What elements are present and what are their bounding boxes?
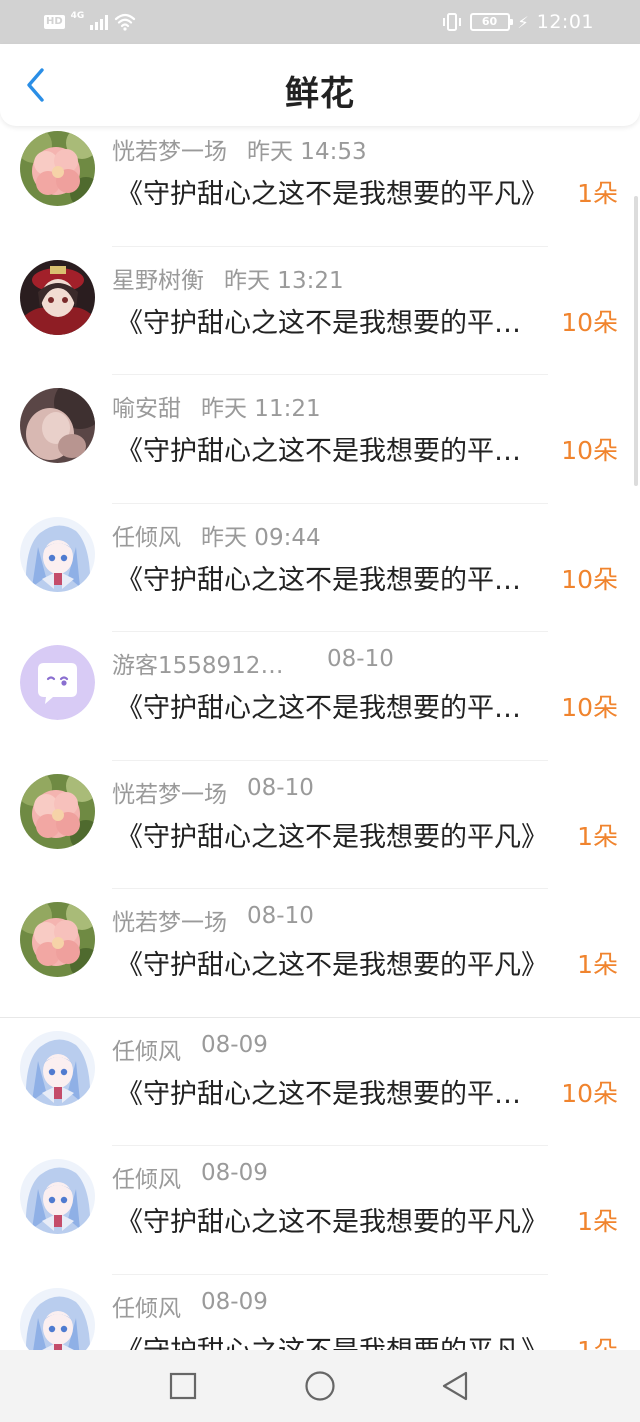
timestamp: 昨天 14:53 [247, 139, 367, 165]
avatar[interactable] [20, 259, 95, 335]
nickname[interactable]: 星野树衡 [112, 261, 204, 295]
avatar[interactable] [20, 131, 95, 206]
list-item[interactable]: 任倾风 08-09 《守护甜心之这不是我想要的平凡》 10朵 [0, 1018, 640, 1146]
system-nav-bar [0, 1350, 640, 1422]
square-icon [169, 1372, 197, 1400]
signal-icon [90, 14, 109, 30]
list-item[interactable]: 任倾风 昨天 09:44 《守护甜心之这不是我想要的平凡》 10朵 [0, 504, 640, 632]
timestamp: 昨天 09:44 [201, 524, 321, 551]
list-item[interactable]: 游客15589120000 08-10 《守护甜心之这不是我想要的平凡》 10朵 [0, 632, 640, 761]
item-meta: 喻安甜 昨天 11:21 [112, 389, 321, 422]
nickname[interactable]: 游客15589120000 [112, 646, 297, 680]
book-title: 《守护甜心之这不是我想要的平凡》 [116, 436, 546, 467]
item-meta: 星野树衡 昨天 13:21 [112, 261, 344, 294]
avatar[interactable] [20, 1159, 95, 1234]
book-title: 《守护甜心之这不是我想要的平凡》 [116, 821, 548, 853]
item-meta: 任倾风 08-09 [112, 1031, 268, 1065]
hd-badge: HD [44, 15, 65, 29]
avatar[interactable] [20, 902, 95, 977]
flower-count: 1朵 [577, 1207, 618, 1236]
charging-icon: ⚡ [517, 12, 529, 32]
flower-count: 1朵 [577, 821, 618, 851]
item-meta: 任倾风 昨天 09:44 [112, 518, 321, 551]
clock: 12:01 [536, 11, 594, 33]
flower-count: 1朵 [577, 1335, 618, 1351]
nickname[interactable]: 任倾风 [112, 1160, 181, 1194]
nickname[interactable]: 恍若梦一场 [112, 903, 227, 937]
book-title: 《守护甜心之这不是我想要的平凡》 [116, 1078, 546, 1110]
list-item[interactable]: 恍若梦一场 08-10 《守护甜心之这不是我想要的平凡》 1朵 [0, 889, 640, 1018]
timestamp: 昨天 13:21 [224, 267, 344, 294]
recent-apps-button[interactable] [165, 1368, 201, 1404]
list-item[interactable]: 任倾风 08-09 《守护甜心之这不是我想要的平凡》 1朵 [0, 1275, 640, 1351]
list-item[interactable]: 喻安甜 昨天 11:21 《守护甜心之这不是我想要的平凡》 10朵 [0, 375, 640, 504]
book-title: 《守护甜心之这不是我想要的平凡》 [116, 950, 548, 981]
battery-icon: 60 [469, 13, 513, 31]
scrollbar[interactable] [634, 196, 638, 486]
header: 鲜花 [0, 44, 640, 126]
flower-count: 10朵 [561, 1078, 618, 1108]
book-title: 《守护甜心之这不是我想要的平凡》 [116, 1207, 548, 1238]
flower-list: 恍若梦一场 昨天 14:53 《守护甜心之这不是我想要的平凡》 1朵 星野树衡 昨天 1… [0, 118, 640, 1350]
vibrate-icon [442, 13, 461, 31]
item-meta: 恍若梦一场 08-10 [112, 903, 314, 936]
system-back-button[interactable] [437, 1368, 473, 1404]
book-title: 《守护甜心之这不是我想要的平凡》 [116, 693, 546, 724]
home-button[interactable] [302, 1368, 338, 1404]
timestamp: 昨天 11:21 [201, 396, 321, 422]
item-meta: 任倾风 08-09 [112, 1160, 268, 1193]
flower-count: 10朵 [561, 693, 618, 722]
item-meta: 游客15589120000 08-10 [112, 646, 394, 679]
nickname[interactable]: 任倾风 [112, 1032, 181, 1066]
timestamp: 08-09 [201, 1160, 268, 1186]
page-title: 鲜花 [285, 74, 355, 114]
nickname[interactable]: 任倾风 [112, 1289, 181, 1323]
avatar[interactable] [20, 388, 95, 463]
nickname[interactable]: 任倾风 [112, 518, 181, 552]
list-item[interactable]: 任倾风 08-09 《守护甜心之这不是我想要的平凡》 1朵 [0, 1146, 640, 1275]
status-bar: HD 4G 60 ⚡ 12:01 [0, 0, 640, 44]
item-meta: 恍若梦一场 08-10 [112, 774, 314, 808]
circle-icon [305, 1371, 335, 1401]
list-item[interactable]: 星野树衡 昨天 13:21 《守护甜心之这不是我想要的平凡》 10朵 [0, 247, 640, 375]
list-item[interactable]: 恍若梦一场 08-10 《守护甜心之这不是我想要的平凡》 1朵 [0, 761, 640, 889]
item-meta: 任倾风 08-09 [112, 1288, 268, 1322]
flower-count: 10朵 [561, 436, 618, 465]
flower-count: 10朵 [561, 307, 618, 337]
avatar[interactable] [20, 773, 95, 849]
flower-count: 10朵 [561, 564, 618, 594]
timestamp: 08-09 [201, 1031, 268, 1058]
book-title: 《守护甜心之这不是我想要的平凡》 [116, 307, 546, 339]
avatar[interactable] [20, 1287, 95, 1350]
nickname[interactable]: 恍若梦一场 [112, 132, 227, 166]
triangle-back-icon [442, 1371, 468, 1401]
flower-count: 1朵 [577, 950, 618, 979]
timestamp: 08-10 [247, 903, 314, 929]
timestamp: 08-10 [327, 646, 394, 672]
nickname[interactable]: 喻安甜 [112, 389, 181, 423]
book-title: 《守护甜心之这不是我想要的平凡》 [116, 1329, 568, 1351]
network-type: 4G [70, 11, 85, 21]
list-item[interactable]: 恍若梦一场 昨天 14:53 《守护甜心之这不是我想要的平凡》 1朵 [0, 118, 640, 247]
avatar[interactable] [20, 1030, 95, 1106]
avatar[interactable] [20, 645, 95, 720]
book-title: 《守护甜心之这不是我想要的平凡》 [116, 179, 548, 210]
item-meta: 恍若梦一场 昨天 14:53 [112, 132, 367, 165]
avatar[interactable] [20, 516, 95, 592]
flower-count: 1朵 [577, 179, 618, 208]
timestamp: 08-10 [247, 774, 314, 801]
timestamp: 08-09 [201, 1288, 268, 1315]
book-title: 《守护甜心之这不是我想要的平凡》 [116, 564, 546, 596]
nickname[interactable]: 恍若梦一场 [112, 775, 227, 809]
wifi-icon [115, 13, 136, 31]
